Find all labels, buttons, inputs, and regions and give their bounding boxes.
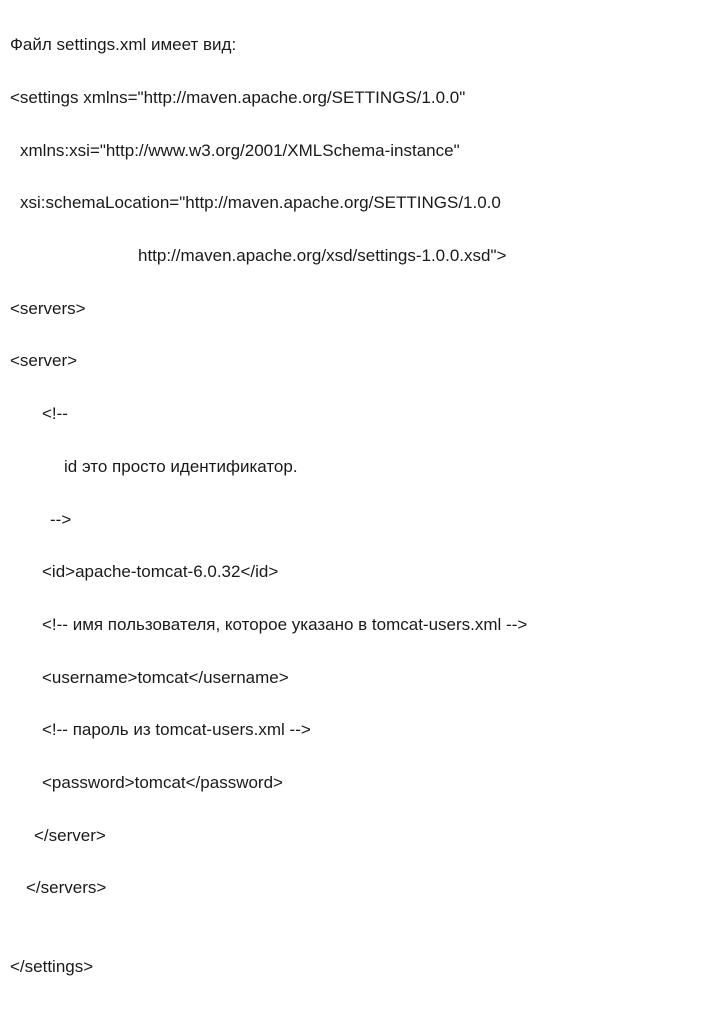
xml-line-password: <password>tomcat</password> [10, 770, 710, 796]
xml-line-comment-pass: <!-- пароль из tomcat-users.xml --> [10, 717, 710, 743]
xml-line-xmlns-xsi: xmlns:xsi="http://www.w3.org/2001/XMLSch… [10, 138, 710, 164]
xml-line-schema-loc-2: http://maven.apache.org/xsd/settings-1.0… [10, 243, 710, 269]
document-body: Файл settings.xml имеет вид: <settings x… [0, 0, 720, 1017]
xml-line-server-close: </server> [10, 823, 710, 849]
xml-line-comment-close: --> [10, 507, 710, 533]
xml-line-settings-close: </settings> [10, 954, 710, 980]
xml-line-schema-loc: xsi:schemaLocation="http://maven.apache.… [10, 190, 710, 216]
xml-line-comment-open: <!-- [10, 401, 710, 427]
xml-line-comment-text: id это просто идентификатор. [10, 454, 710, 480]
intro-line: Файл settings.xml имеет вид: [10, 32, 710, 58]
xml-line-settings-open: <settings xmlns="http://maven.apache.org… [10, 85, 710, 111]
xml-line-comment-user: <!-- имя пользователя, которое указано в… [10, 612, 710, 638]
xml-line-id: <id>apache-tomcat-6.0.32</id> [10, 559, 710, 585]
xml-line-servers-open: <servers> [10, 296, 710, 322]
xml-line-username: <username>tomcat</username> [10, 665, 710, 691]
xml-line-server-open: <server> [10, 348, 710, 374]
xml-line-servers-close: </servers> [10, 875, 710, 901]
